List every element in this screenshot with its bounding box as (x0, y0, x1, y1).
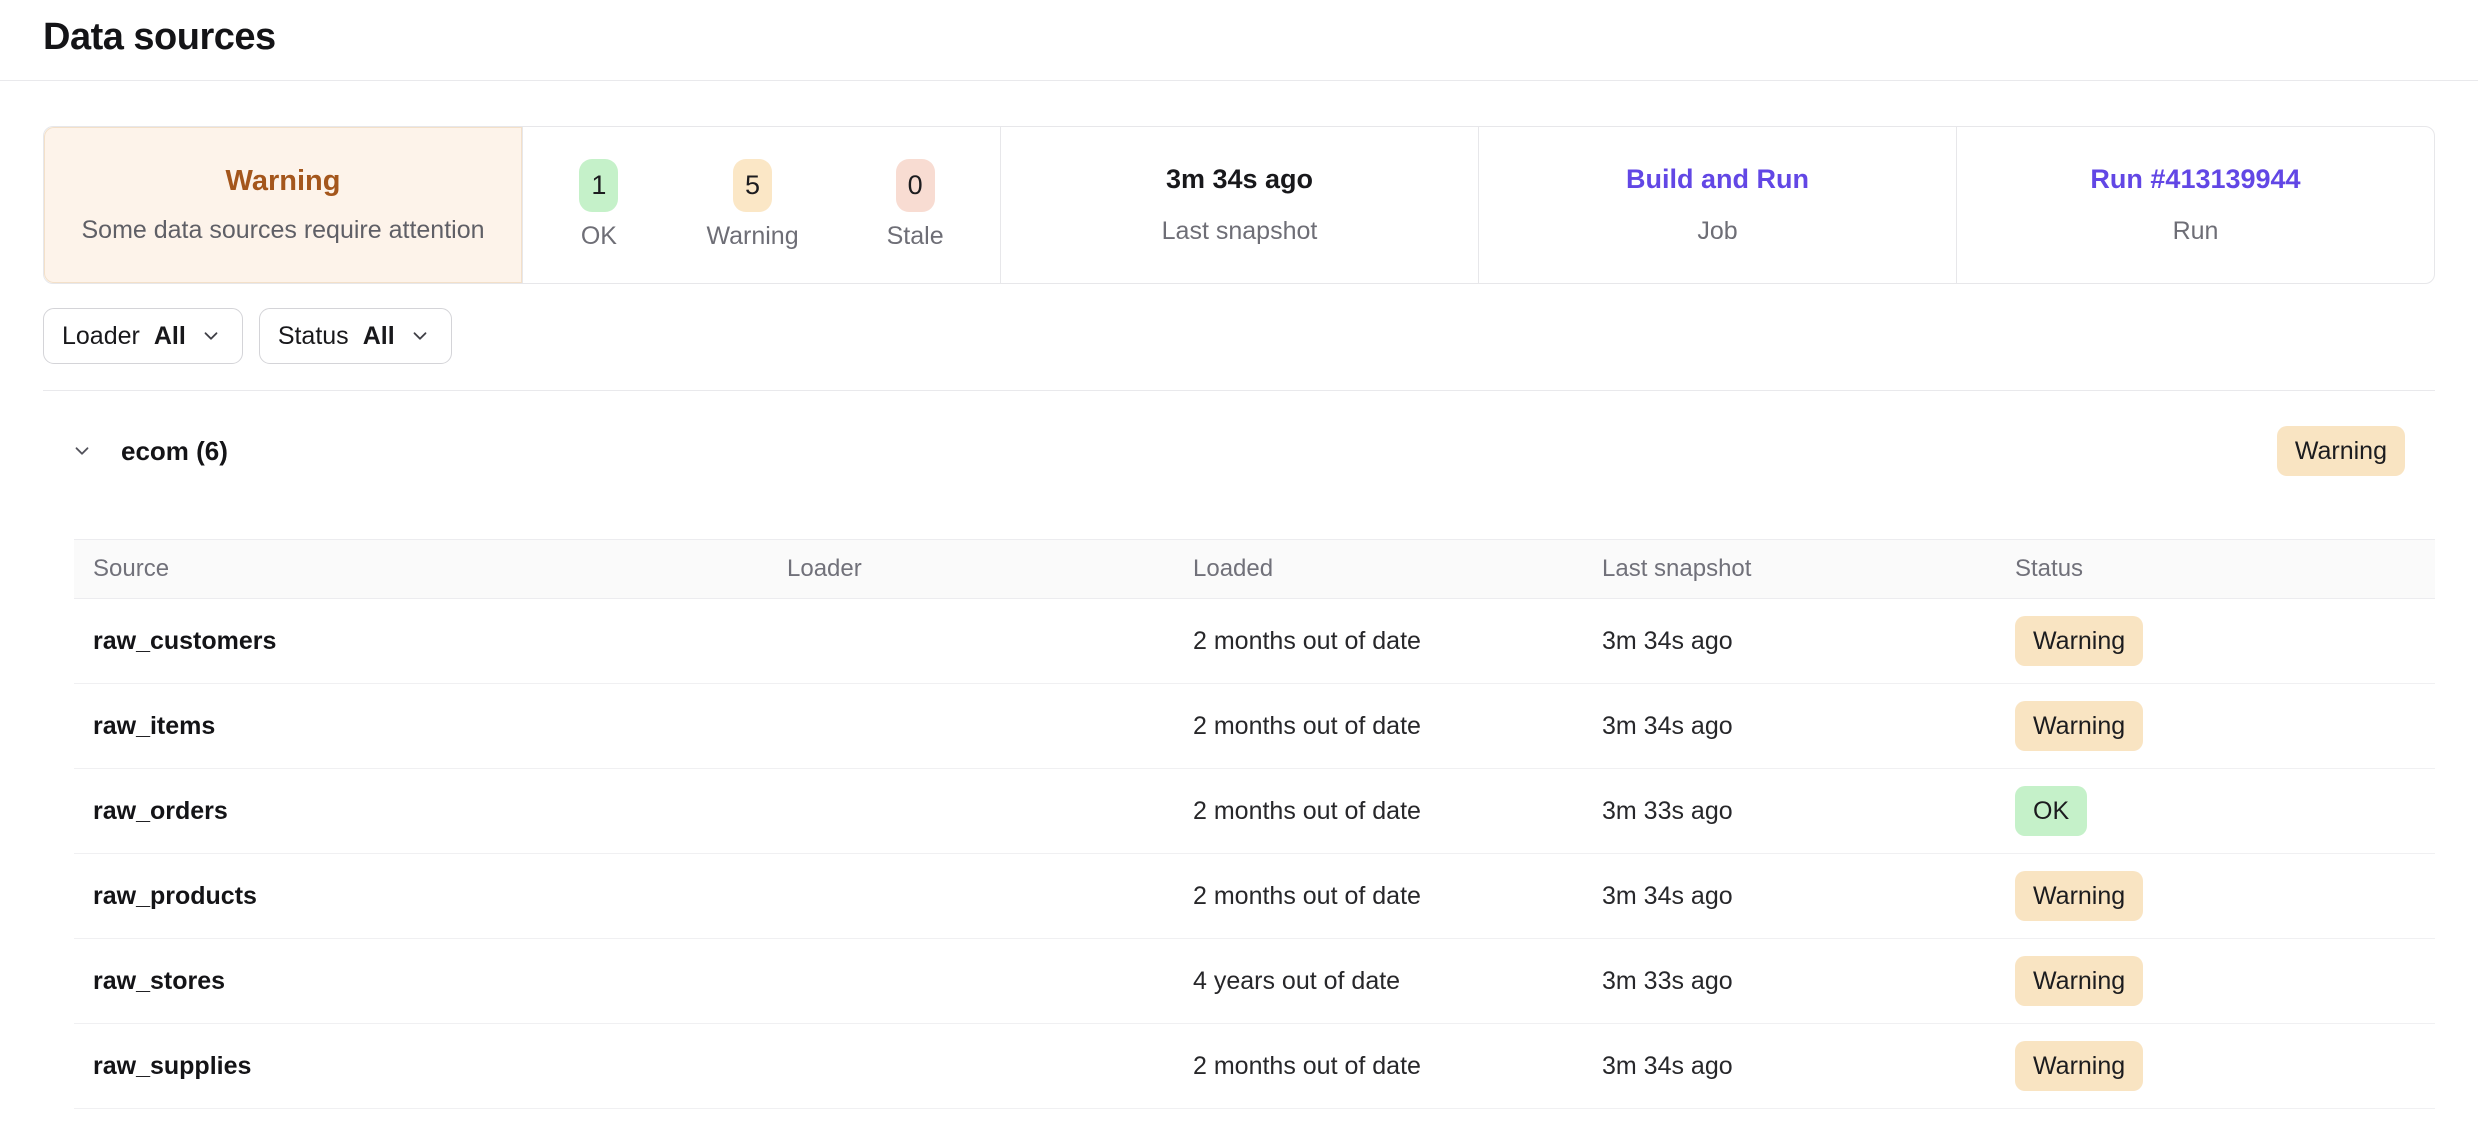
count-warning: 5 Warning (706, 159, 798, 251)
status-badge: OK (2015, 786, 2087, 837)
last-snapshot-cell: 3m 34s ago (1583, 1052, 1996, 1081)
last-snapshot-cell: 3m 34s ago (1583, 627, 1996, 656)
count-label: Stale (887, 222, 944, 251)
table-header-row: SourceLoaderLoadedLast snapshotStatus (74, 539, 2435, 599)
summary-cards: Warning Some data sources require attent… (43, 126, 2435, 284)
loader-filter-label: Loader (62, 322, 140, 351)
section-divider (43, 390, 2435, 391)
status-badge: Warning (2015, 1041, 2143, 1092)
table-row[interactable]: raw_products 2 months out of date3m 34s a… (74, 854, 2435, 939)
table-row[interactable]: raw_stores 4 years out of date3m 33s ago W… (74, 939, 2435, 1024)
table-row[interactable]: raw_orders 2 months out of date3m 33s ago… (74, 769, 2435, 854)
group-status-badge: Warning (2277, 426, 2405, 477)
status-cell: Warning (1996, 616, 2435, 667)
status-badge: Warning (2015, 871, 2143, 922)
source-name: raw_stores (74, 967, 768, 996)
table-body: raw_customers2 months out of date3m 34s … (74, 599, 2435, 1109)
column-header-status: Status (1996, 555, 2435, 583)
last-snapshot-value: 3m 34s ago (1166, 164, 1313, 195)
count-ok: 1 OK (579, 159, 618, 251)
page-title: Data sources (43, 16, 2435, 59)
source-name: raw_customers (74, 627, 768, 656)
count-value-badge: 5 (733, 159, 772, 212)
status-cell: OK (1996, 786, 2435, 837)
column-header-loader: Loader (768, 555, 1174, 583)
count-stale: 0 Stale (887, 159, 944, 251)
loaded-cell: 2 months out of date (1174, 797, 1583, 826)
chevron-down-icon (200, 325, 222, 347)
status-badge: Warning (2015, 956, 2143, 1007)
group-header: ecom (6) Warning (43, 423, 2435, 479)
last-snapshot-cell: 3m 33s ago (1583, 797, 1996, 826)
run-card: Run #413139944 Run (1956, 127, 2434, 283)
job-link[interactable]: Build and Run (1626, 164, 1809, 195)
group-toggle-ecom[interactable]: ecom (6) (71, 436, 228, 467)
loader-filter-value: All (154, 322, 186, 351)
status-cell: Warning (1996, 956, 2435, 1007)
status-cell: Warning (1996, 1041, 2435, 1092)
count-value-badge: 0 (896, 159, 935, 212)
source-name: raw_supplies (74, 1052, 768, 1081)
status-filter-value: All (363, 322, 395, 351)
overall-status-subtitle: Some data sources require attention (81, 216, 484, 245)
loaded-cell: 4 years out of date (1174, 967, 1583, 996)
chevron-down-icon (409, 325, 431, 347)
data-sources-table: SourceLoaderLoadedLast snapshotStatus ra… (74, 539, 2435, 1109)
loaded-cell: 2 months out of date (1174, 1052, 1583, 1081)
last-snapshot-cell: 3m 33s ago (1583, 967, 1996, 996)
last-snapshot-card: 3m 34s ago Last snapshot (1000, 127, 1478, 283)
column-header-loaded: Loaded (1174, 555, 1583, 583)
overall-status-title: Warning (226, 165, 341, 198)
column-header-last-snapshot: Last snapshot (1583, 555, 1996, 583)
group-name: ecom (6) (121, 436, 228, 467)
table-row[interactable]: raw_supplies 2 months out of date3m 34s a… (74, 1024, 2435, 1109)
count-label: OK (581, 222, 617, 251)
run-link[interactable]: Run #413139944 (2090, 164, 2300, 195)
column-header-source: Source (74, 555, 768, 583)
count-label: Warning (706, 222, 798, 251)
filter-bar: Loader All Status All (43, 308, 2435, 364)
count-value-badge: 1 (579, 159, 618, 212)
source-name: raw_items (74, 712, 768, 741)
source-name: raw_products (74, 882, 768, 911)
overall-status-card: Warning Some data sources require attent… (44, 127, 522, 283)
counts-card: 1 OK 5 Warning 0 Stale (522, 127, 1000, 283)
last-snapshot-cell: 3m 34s ago (1583, 882, 1996, 911)
status-cell: Warning (1996, 701, 2435, 752)
status-badge: Warning (2015, 616, 2143, 667)
last-snapshot-cell: 3m 34s ago (1583, 712, 1996, 741)
status-badge: Warning (2015, 701, 2143, 752)
status-cell: Warning (1996, 871, 2435, 922)
table-row[interactable]: raw_items 2 months out of date3m 34s ago W… (74, 684, 2435, 769)
table-row[interactable]: raw_customers 2 months out of date3m 34s … (74, 599, 2435, 684)
loaded-cell: 2 months out of date (1174, 882, 1583, 911)
loader-filter-dropdown[interactable]: Loader All (43, 308, 243, 364)
status-filter-label: Status (278, 322, 349, 351)
chevron-down-icon (71, 440, 93, 462)
loaded-cell: 2 months out of date (1174, 712, 1583, 741)
source-name: raw_orders (74, 797, 768, 826)
page-header: Data sources (0, 0, 2478, 81)
job-label: Job (1697, 217, 1737, 246)
status-filter-dropdown[interactable]: Status All (259, 308, 452, 364)
job-card: Build and Run Job (1478, 127, 1956, 283)
run-label: Run (2173, 217, 2219, 246)
status-counts: 1 OK 5 Warning 0 Stale (579, 159, 943, 251)
loaded-cell: 2 months out of date (1174, 627, 1583, 656)
last-snapshot-label: Last snapshot (1162, 217, 1318, 246)
